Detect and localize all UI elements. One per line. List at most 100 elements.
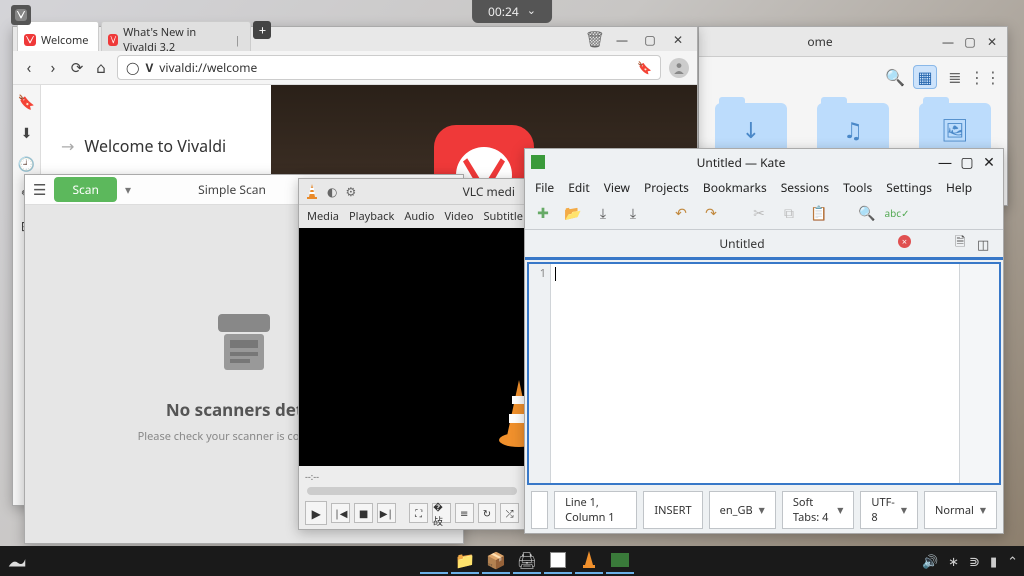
battery-icon[interactable]: ▮ — [990, 552, 997, 570]
menu-file[interactable]: File — [535, 179, 554, 196]
save-icon[interactable]: ⤓ — [593, 203, 613, 223]
indent-selector[interactable]: Soft Tabs: 4▼ — [782, 491, 855, 529]
close-button[interactable]: ✕ — [983, 33, 1001, 51]
url-text: vivaldi://welcome — [159, 59, 257, 76]
kate-tabbar: Untitled × 🗎 ◫ — [525, 230, 1003, 260]
bluetooth-icon[interactable]: ∗ — [948, 552, 959, 570]
tray-chevron-icon[interactable]: ⌃ — [1007, 552, 1018, 570]
shuffle-button[interactable]: ⤮ — [500, 503, 519, 523]
icon-view-button[interactable]: ▦ — [913, 65, 937, 89]
open-file-icon[interactable]: 📂 — [563, 203, 583, 223]
redo-icon[interactable]: ↷ — [701, 203, 721, 223]
close-button[interactable]: ✕ — [669, 30, 687, 48]
playlist-button[interactable]: ≡ — [455, 503, 474, 523]
dock-terminal[interactable] — [606, 548, 634, 574]
cut-icon[interactable]: ✂ — [749, 203, 769, 223]
bookmark-icon[interactable]: 🔖 — [637, 59, 652, 76]
tab-close-icon[interactable]: × — [898, 235, 911, 248]
play-button[interactable]: ▶ — [305, 501, 327, 525]
encoding-selector[interactable]: UTF-8▼ — [860, 491, 918, 529]
menu-video[interactable]: Video — [444, 209, 473, 224]
menu-audio[interactable]: Audio — [404, 209, 434, 224]
trash-icon[interactable]: 🗑 — [585, 28, 605, 50]
spellcheck-icon[interactable]: abc✓ — [887, 203, 907, 223]
home-button[interactable]: ⌂ — [93, 60, 109, 76]
search-button[interactable]: 🔍 — [883, 65, 907, 89]
history-panel-icon[interactable]: 🕘 — [18, 155, 35, 174]
close-button[interactable]: ✕ — [981, 153, 997, 172]
fullscreen-button[interactable]: ⛶ — [409, 503, 428, 523]
dictionary-selector[interactable]: en_GB▼ — [709, 491, 776, 529]
menu-edit[interactable]: Edit — [568, 179, 589, 196]
dock-vivaldi[interactable] — [420, 548, 448, 574]
menu-bookmarks[interactable]: Bookmarks — [703, 179, 767, 196]
dock-vlc[interactable] — [575, 548, 603, 574]
url-field[interactable]: ◯ V vivaldi://welcome 🔖 — [117, 55, 661, 80]
menu-settings[interactable]: Settings — [886, 179, 932, 196]
search-icon[interactable]: 🔍 — [857, 203, 877, 223]
mode-selector[interactable]: Normal▼ — [924, 491, 997, 529]
new-file-icon[interactable]: ✚ — [533, 203, 553, 223]
document-tab[interactable]: Untitled × — [533, 230, 951, 257]
reload-button[interactable]: ⟳ — [69, 60, 85, 76]
menu-projects[interactable]: Projects — [644, 179, 689, 196]
downloads-panel-icon[interactable]: ⬇ — [21, 124, 33, 143]
next-button[interactable]: ▶| — [377, 503, 396, 523]
copy-icon[interactable]: ⧉ — [779, 203, 799, 223]
scan-dropdown[interactable]: ▾ — [125, 181, 131, 198]
network-icon[interactable]: ⋑ — [969, 552, 980, 570]
compact-view-button[interactable]: ⋮⋮ — [973, 65, 997, 89]
vlc-video-area[interactable] — [299, 228, 525, 466]
kate-window: Untitled — Kate — ▢ ✕ File Edit View Pro… — [524, 148, 1004, 534]
loop-button[interactable]: ↻ — [478, 503, 497, 523]
minimize-button[interactable]: — — [939, 33, 957, 51]
new-tab-button[interactable]: + — [253, 21, 271, 39]
insert-mode[interactable]: INSERT — [643, 491, 702, 529]
menu-subtitle[interactable]: Subtitle — [484, 209, 523, 224]
menu-tools[interactable]: Tools — [843, 179, 872, 196]
volume-icon[interactable]: 🔊 — [922, 552, 938, 570]
vlc-titlebar: ◐ ⚙ VLC medi — [299, 179, 525, 205]
dock-files[interactable]: 📁 — [451, 548, 479, 574]
bookmarks-panel-icon[interactable]: 🔖 — [18, 93, 35, 112]
forward-button[interactable]: › — [45, 60, 61, 76]
menu-media[interactable]: Media — [307, 209, 339, 224]
menu-sessions[interactable]: Sessions — [781, 179, 829, 196]
stop-button[interactable]: ■ — [354, 503, 373, 523]
status-menu-button[interactable] — [531, 491, 548, 529]
dock-scan[interactable]: 🖨 — [513, 548, 541, 574]
minimize-button[interactable]: — — [613, 30, 631, 48]
dock-archive[interactable]: 📦 — [482, 548, 510, 574]
back-button[interactable]: ‹ — [21, 60, 37, 76]
scan-button[interactable]: Scan — [54, 177, 117, 202]
undo-icon[interactable]: ↶ — [671, 203, 691, 223]
top-panel-clock[interactable]: 00:24 ⌄ — [472, 0, 552, 23]
split-view-button[interactable]: ◫ — [977, 235, 995, 253]
vlc-prefs-icon[interactable]: ◐ — [327, 183, 337, 200]
menu-help[interactable]: Help — [946, 179, 972, 196]
dock-kate[interactable] — [544, 548, 572, 574]
gear-icon[interactable]: ⚙ — [345, 183, 356, 200]
list-view-button[interactable]: ≣ — [943, 65, 967, 89]
cursor-position[interactable]: Line 1, Column 1 — [554, 491, 637, 529]
minimize-button[interactable]: — — [937, 153, 953, 172]
vlc-controls: --:-- ▶ |◀ ■ ▶| ⛶ �敁 ≡ ↻ ⤮ — [299, 466, 525, 529]
maximize-button[interactable]: ▢ — [961, 33, 979, 51]
profile-avatar[interactable] — [669, 58, 689, 78]
start-menu-button[interactable] — [6, 550, 28, 572]
seek-bar[interactable] — [307, 487, 517, 495]
paste-icon[interactable]: 📋 — [809, 203, 829, 223]
chevron-down-icon: ⌄ — [527, 3, 536, 20]
menu-view[interactable]: View — [604, 179, 630, 196]
ext-settings-button[interactable]: �敁 — [432, 503, 451, 523]
minimap[interactable] — [959, 264, 999, 483]
vivaldi-menu-icon[interactable] — [11, 5, 31, 25]
maximize-button[interactable]: ▢ — [959, 153, 975, 172]
menu-playback[interactable]: Playback — [349, 209, 394, 224]
save-as-icon[interactable]: ⤓ — [623, 203, 643, 223]
maximize-button[interactable]: ▢ — [641, 30, 659, 48]
text-editor[interactable] — [551, 264, 959, 483]
prev-button[interactable]: |◀ — [331, 503, 350, 523]
new-doc-button[interactable]: 🗎 — [955, 232, 973, 255]
hamburger-icon[interactable]: ☰ — [33, 180, 46, 200]
